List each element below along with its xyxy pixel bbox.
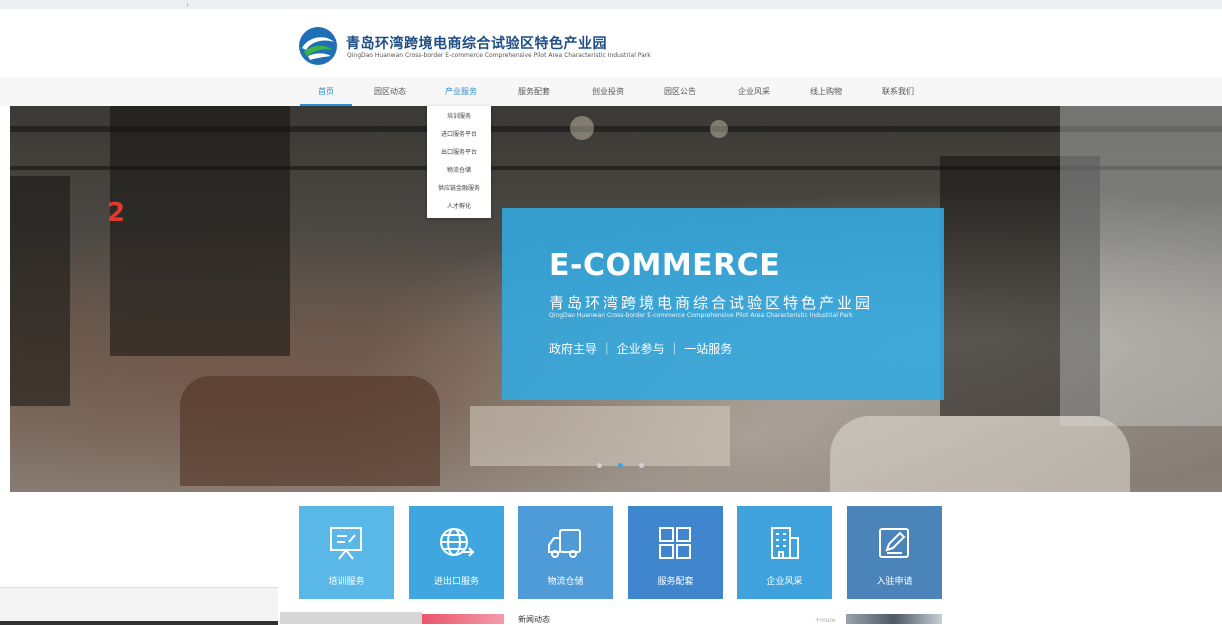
hero-sofa — [180, 376, 440, 486]
service-tile-service-support[interactable]: 服务配套 — [628, 506, 723, 599]
news-thumbnail-gray[interactable] — [280, 612, 422, 624]
nav-item-industry-services[interactable]: 产业服务 — [437, 77, 485, 106]
nav-item-venture-investment[interactable]: 创业投资 — [584, 77, 632, 106]
industry-services-dropdown: 培训服务 进口服务平台 出口服务平台 物流仓储 供应链金融服务 人才孵化 — [427, 106, 491, 218]
news-thumbnail-red[interactable] — [422, 614, 504, 624]
carousel-dot-active[interactable] — [618, 463, 623, 468]
overlay-subtitle-cn: 青岛环湾跨境电商综合试验区特色产业园 — [549, 294, 874, 312]
globe-exchange-icon — [440, 528, 475, 557]
slide-number: 2 — [107, 198, 126, 228]
overlay-tagline: 政府主导 ｜ 企业参与 ｜ 一站服务 — [549, 342, 733, 356]
dropdown-item-logistics[interactable]: 物流仓储 — [427, 162, 491, 180]
dropdown-item-talent-incubation[interactable]: 人才孵化 — [427, 198, 491, 216]
nav-item-home[interactable]: 首页 — [300, 77, 352, 106]
carousel-dot[interactable] — [597, 463, 602, 468]
nav-item-service-support[interactable]: 服务配套 — [510, 77, 558, 106]
service-tile-training[interactable]: 培训服务 — [299, 506, 394, 599]
news-tab[interactable]: 新闻动态 — [518, 614, 550, 625]
service-label: 培训服务 — [328, 577, 365, 587]
service-label: 物流仓储 — [547, 577, 584, 587]
grid-squares-icon — [659, 527, 691, 559]
hero-overlay-banner[interactable]: E-COMMERCE 青岛环湾跨境电商综合试验区特色产业园 QingDao Hu… — [502, 208, 944, 400]
strip-tick — [187, 3, 188, 7]
dropdown-item-export-platform[interactable]: 出口服务平台 — [427, 144, 491, 162]
nav-item-contact-us[interactable]: 联系我们 — [874, 77, 922, 106]
hero-ottoman — [470, 406, 730, 466]
service-label: 进出口服务 — [433, 577, 479, 587]
top-strip — [0, 0, 1222, 9]
overlay-title: E-COMMERCE — [549, 248, 781, 283]
carousel-dot[interactable] — [639, 463, 644, 468]
dropdown-item-training[interactable]: 培训服务 — [427, 108, 491, 126]
nav-item-online-shopping[interactable]: 线上购物 — [802, 77, 850, 106]
nav-item-park-notices[interactable]: 园区公告 — [656, 77, 704, 106]
floating-panel-bar — [0, 621, 278, 625]
dropdown-item-import-platform[interactable]: 进口服务平台 — [427, 126, 491, 144]
hero-sofa-right — [830, 416, 1130, 492]
hero-window-right — [1060, 106, 1222, 426]
news-more-link[interactable]: +more — [815, 617, 836, 624]
nav-item-enterprise-showcase[interactable]: 企业风采 — [730, 77, 778, 106]
service-label: 入驻申请 — [876, 577, 913, 587]
hero-shelf-left — [110, 106, 290, 356]
nav-item-park-news[interactable]: 园区动态 — [366, 77, 414, 106]
presentation-board-icon — [330, 527, 362, 560]
news-image[interactable] — [846, 614, 942, 624]
hero-wall-left — [10, 176, 70, 406]
brand-name-cn[interactable]: 青岛环湾跨境电商综合试验区特色产业园 — [346, 33, 607, 53]
overlay-subtitle-en: QingDao Huanwan Cross-border E-commerce … — [549, 312, 853, 319]
service-tile-logistics[interactable]: 物流仓储 — [518, 506, 613, 599]
service-label: 企业风采 — [766, 577, 803, 587]
park-logo-icon[interactable] — [298, 26, 338, 66]
service-tile-enterprise[interactable]: 企业风采 — [737, 506, 832, 599]
truck-icon — [548, 529, 581, 558]
edit-pen-icon — [879, 528, 909, 558]
service-label: 服务配套 — [657, 577, 694, 587]
brand-name-en: QingDao Huanwan Cross-border E-commerce … — [347, 52, 651, 59]
dropdown-item-supply-chain-finance[interactable]: 供应链金融服务 — [427, 180, 491, 198]
building-icon — [771, 527, 799, 559]
carousel-dots — [597, 463, 647, 471]
hero-lamp — [710, 120, 728, 138]
site-header — [0, 9, 1222, 77]
main-nav: 首页 园区动态 产业服务 服务配套 创业投资 园区公告 企业风采 线上购物 联系… — [0, 77, 1222, 106]
service-tile-apply[interactable]: 入驻申请 — [847, 506, 942, 599]
floating-panel — [0, 587, 278, 625]
hero-lamp — [570, 116, 594, 140]
service-tile-import-export[interactable]: 进出口服务 — [409, 506, 504, 599]
